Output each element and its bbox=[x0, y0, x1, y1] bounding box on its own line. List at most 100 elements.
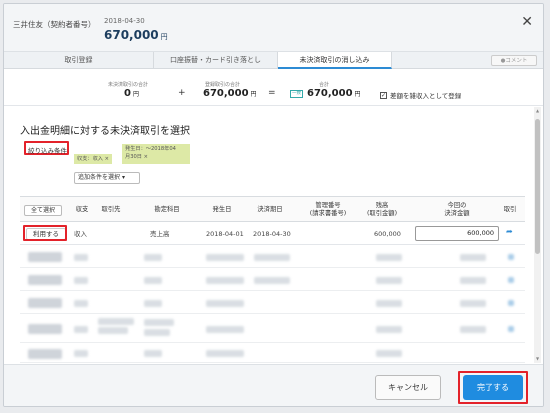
comment-label: コメント bbox=[505, 58, 528, 64]
scroll-up-icon[interactable]: ▲ bbox=[535, 108, 540, 113]
col-header-account: 勘定科目 bbox=[154, 206, 180, 213]
blurred-text bbox=[460, 300, 486, 307]
statement-amount-value: 670,000 bbox=[104, 28, 159, 42]
grand-total-value: 670,000 円 bbox=[307, 88, 361, 99]
blurred-text bbox=[74, 254, 88, 261]
settlement-dialog: 三井住友（契約者番号） 2018-04-30 670,000 円 ✕ 取引登録 口… bbox=[3, 3, 544, 407]
blurred-text bbox=[254, 277, 290, 284]
filter-label: 絞り込み条件 bbox=[28, 147, 67, 155]
table-header: 全て選択 収支 取引先 勘定科目 発生日 決済期日 管理番号 (請求書番号) 残… bbox=[20, 196, 525, 222]
col-header-mgmt-line2: (請求書番号) bbox=[309, 210, 347, 217]
blurred-text bbox=[254, 254, 290, 261]
unsettled-total-label: 未決済取引の合計 bbox=[108, 82, 149, 88]
blurred-button bbox=[28, 275, 62, 285]
blurred-text bbox=[206, 254, 244, 261]
blurred-button bbox=[28, 252, 62, 262]
unsettled-total-number: 0 bbox=[124, 88, 131, 99]
plus-sign: + bbox=[178, 88, 186, 98]
blurred-text bbox=[376, 277, 402, 284]
col-header-settle-line2: 決済金額 bbox=[444, 210, 470, 217]
unsettled-total-unit: 円 bbox=[132, 91, 139, 98]
blurred-button bbox=[28, 349, 62, 359]
blurred-link-icon bbox=[508, 277, 514, 283]
blurred-text bbox=[206, 277, 244, 284]
comment-button[interactable]: ●コメント bbox=[491, 55, 537, 66]
blurred-text bbox=[376, 254, 402, 261]
blurred-text bbox=[460, 277, 486, 284]
misc-income-label: 差額を雑収入として登録 bbox=[390, 92, 462, 100]
dialog-footer: キャンセル 完了する bbox=[4, 364, 543, 406]
col-header-balance-line2: (取引金額) bbox=[366, 210, 398, 217]
filter-chip-income[interactable]: 収支：収入 × bbox=[74, 154, 112, 164]
col-header-occurred: 発生日 bbox=[212, 206, 232, 213]
col-header-partner: 取引先 bbox=[101, 206, 121, 213]
highlight-use-button bbox=[23, 225, 67, 241]
registered-total-number: 670,000 bbox=[203, 88, 249, 99]
cancel-button[interactable]: キャンセル bbox=[375, 375, 441, 400]
blurred-text bbox=[460, 254, 486, 261]
blurred-text bbox=[98, 318, 134, 325]
grand-total-number: 670,000 bbox=[307, 88, 353, 99]
blurred-text bbox=[144, 319, 174, 326]
col-header-mgmt-number: 管理番号 (請求書番号) bbox=[300, 197, 356, 223]
select-all-button[interactable]: 全て選択 bbox=[24, 205, 62, 216]
highlight-complete-button bbox=[458, 371, 528, 404]
col-header-mgmt-line1: 管理番号 bbox=[315, 202, 341, 209]
scroll-down-icon[interactable]: ▼ bbox=[535, 356, 540, 361]
dialog-tabs: 取引登録 口座振替・カード引き落とし 未決済取引の消し込み ●コメント bbox=[4, 52, 543, 69]
cell-balance: 600,000 bbox=[374, 230, 401, 238]
cell-account: 売上高 bbox=[150, 230, 170, 238]
checkbox-checked-icon[interactable]: ✓ bbox=[380, 91, 387, 99]
section-title: 入出金明細に対する未決済取引を選択 bbox=[20, 126, 190, 137]
blurred-text bbox=[144, 350, 162, 357]
cell-occurred: 2018-04-01 bbox=[206, 230, 244, 238]
cell-due: 2018-04-30 bbox=[253, 230, 291, 238]
blurred-text bbox=[206, 300, 244, 307]
settle-amount-input[interactable]: 600,000 bbox=[415, 226, 499, 241]
statement-amount-unit: 円 bbox=[160, 33, 168, 41]
tab-account-transfer[interactable]: 口座振替・カード引き落とし bbox=[154, 52, 278, 69]
filter-chip-date[interactable]: 発生日：～2018年04 月30日 × bbox=[122, 144, 190, 164]
tab-register-transaction[interactable]: 取引登録 bbox=[4, 52, 154, 69]
col-header-kind: 収支 bbox=[75, 206, 89, 213]
close-icon[interactable]: ✕ bbox=[521, 14, 533, 30]
chevron-down-icon: ▾ bbox=[121, 174, 125, 181]
blurred-button bbox=[28, 298, 62, 308]
blurred-text bbox=[144, 277, 162, 284]
blurred-text bbox=[144, 300, 162, 307]
blurred-text bbox=[460, 326, 486, 333]
blurred-link-icon bbox=[508, 300, 514, 306]
tab-unsettled-clearing[interactable]: 未決済取引の消し込み bbox=[278, 52, 392, 69]
blurred-text bbox=[376, 350, 402, 357]
blurred-link-icon bbox=[508, 254, 514, 260]
blurred-text bbox=[376, 326, 402, 333]
registered-total-unit: 円 bbox=[250, 91, 257, 98]
filter-chip-date-line1: 発生日：～2018年04 bbox=[125, 146, 176, 152]
col-header-settle-line1: 今回の bbox=[447, 202, 467, 209]
blurred-text bbox=[74, 350, 88, 357]
registered-total-label: 登録取引の合計 bbox=[205, 82, 241, 88]
blurred-button bbox=[28, 324, 62, 334]
dialog-header: 三井住友（契約者番号） 2018-04-30 670,000 円 ✕ bbox=[4, 4, 543, 52]
blurred-text bbox=[74, 300, 88, 307]
blurred-text bbox=[376, 300, 402, 307]
external-link-icon[interactable]: ➦ bbox=[506, 227, 513, 236]
statement-date: 2018-04-30 bbox=[104, 17, 145, 25]
blurred-text bbox=[98, 327, 128, 334]
add-condition-select[interactable]: 追加条件を選択 ▾ bbox=[74, 172, 140, 184]
misc-income-checkbox[interactable]: ✓ 差額を雑収入として登録 bbox=[380, 90, 461, 100]
scrollbar-thumb[interactable] bbox=[535, 119, 540, 254]
blurred-text bbox=[74, 277, 88, 284]
table-row: 利用する 収入 売上高 2018-04-01 2018-04-30 600,00… bbox=[20, 223, 525, 245]
col-header-transaction: 取引 bbox=[503, 206, 517, 213]
list-item bbox=[20, 315, 525, 343]
blurred-text bbox=[206, 350, 244, 357]
blurred-text bbox=[144, 254, 162, 261]
match-badge: 一致 bbox=[290, 90, 303, 98]
registered-total-value: 670,000 円 bbox=[203, 88, 257, 99]
list-item bbox=[20, 292, 525, 314]
list-item bbox=[20, 344, 525, 363]
col-header-due: 決済期日 bbox=[257, 206, 283, 213]
blurred-text bbox=[74, 326, 88, 333]
grand-total-label: 合計 bbox=[319, 82, 330, 88]
